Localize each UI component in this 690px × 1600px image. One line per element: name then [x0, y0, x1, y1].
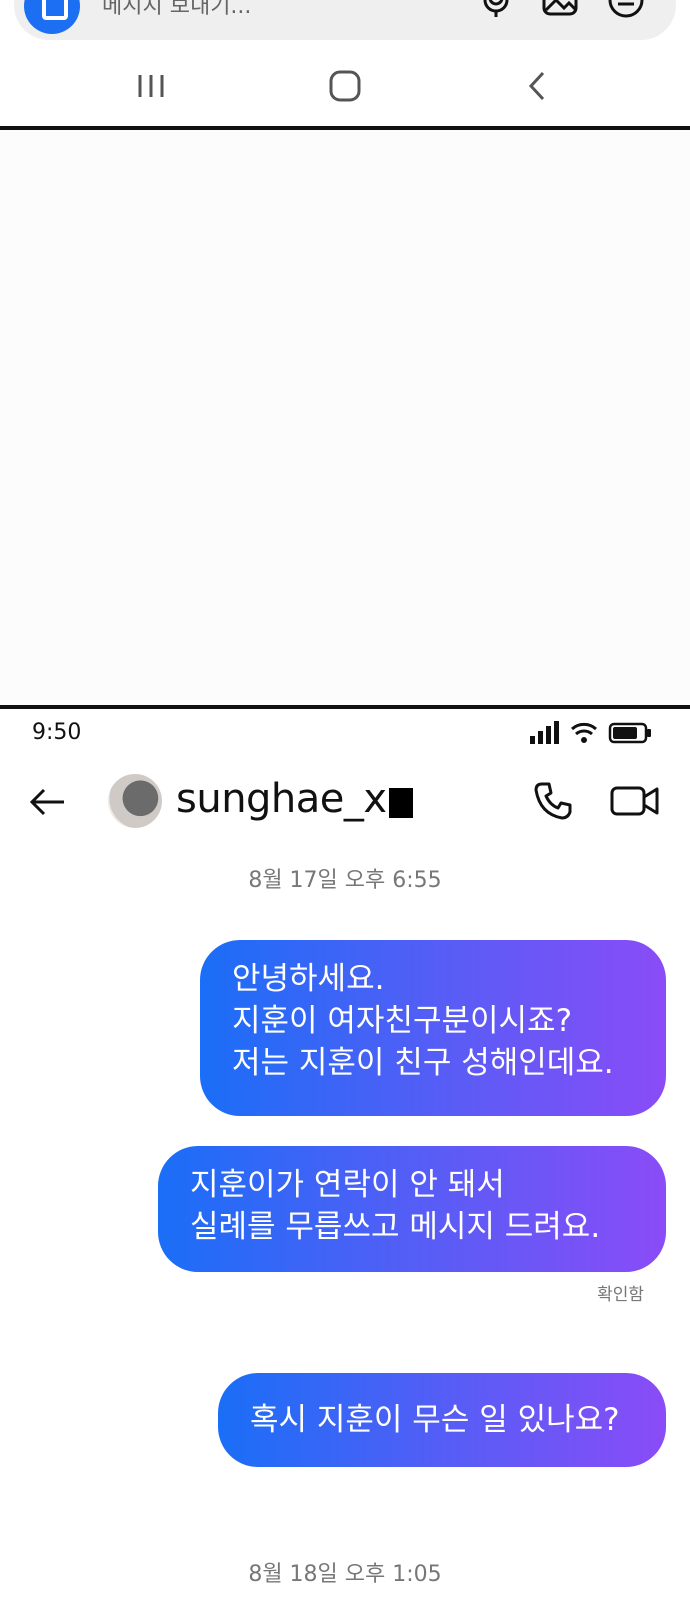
signal-icon: [530, 721, 559, 744]
date-separator: 8월 17일 오후 6:55: [248, 868, 442, 893]
message-input-placeholder[interactable]: 메시지 보내기...: [102, 0, 251, 20]
status-icons: [530, 721, 651, 744]
microphone-icon[interactable]: [476, 0, 516, 20]
system-navigation-bar: [0, 45, 690, 125]
sent-message-bubble[interactable]: 혹시 지훈이 무슨 일 있나요?: [218, 1373, 666, 1467]
back-icon[interactable]: [516, 63, 562, 109]
camera-icon[interactable]: [24, 0, 80, 34]
battery-icon: [608, 722, 651, 744]
wifi-icon: [571, 722, 597, 743]
username-text: sunghae_x: [176, 776, 387, 822]
video-icon[interactable]: [610, 780, 660, 822]
gallery-icon[interactable]: [540, 0, 580, 20]
status-time: 9:50: [32, 720, 82, 745]
phone-icon[interactable]: [532, 780, 574, 822]
home-icon[interactable]: [322, 63, 368, 109]
sticker-icon[interactable]: [606, 0, 646, 20]
redaction-box: [388, 788, 413, 818]
read-receipt: 확인함: [597, 1285, 644, 1305]
recent-apps-icon[interactable]: [128, 63, 174, 109]
message-composer[interactable]: 메시지 보내기...: [14, 0, 676, 40]
avatar[interactable]: [108, 774, 162, 828]
chat-username[interactable]: sunghae_x: [176, 776, 413, 822]
date-separator: 8월 18일 오후 1:05: [248, 1562, 442, 1587]
sent-message-bubble[interactable]: 지훈이가 연락이 안 돼서 실례를 무릅쓰고 메시지 드려요.: [158, 1146, 666, 1272]
sent-message-bubble[interactable]: 안녕하세요. 지훈이 여자친구분이시죠? 저는 지훈이 친구 성해인데요.: [200, 940, 666, 1116]
status-bar: 9:50: [0, 710, 690, 750]
screenshot-divider: [0, 705, 690, 709]
back-arrow-icon[interactable]: [28, 782, 68, 822]
blank-area: [0, 130, 690, 706]
chat-header: sunghae_x: [0, 760, 690, 844]
